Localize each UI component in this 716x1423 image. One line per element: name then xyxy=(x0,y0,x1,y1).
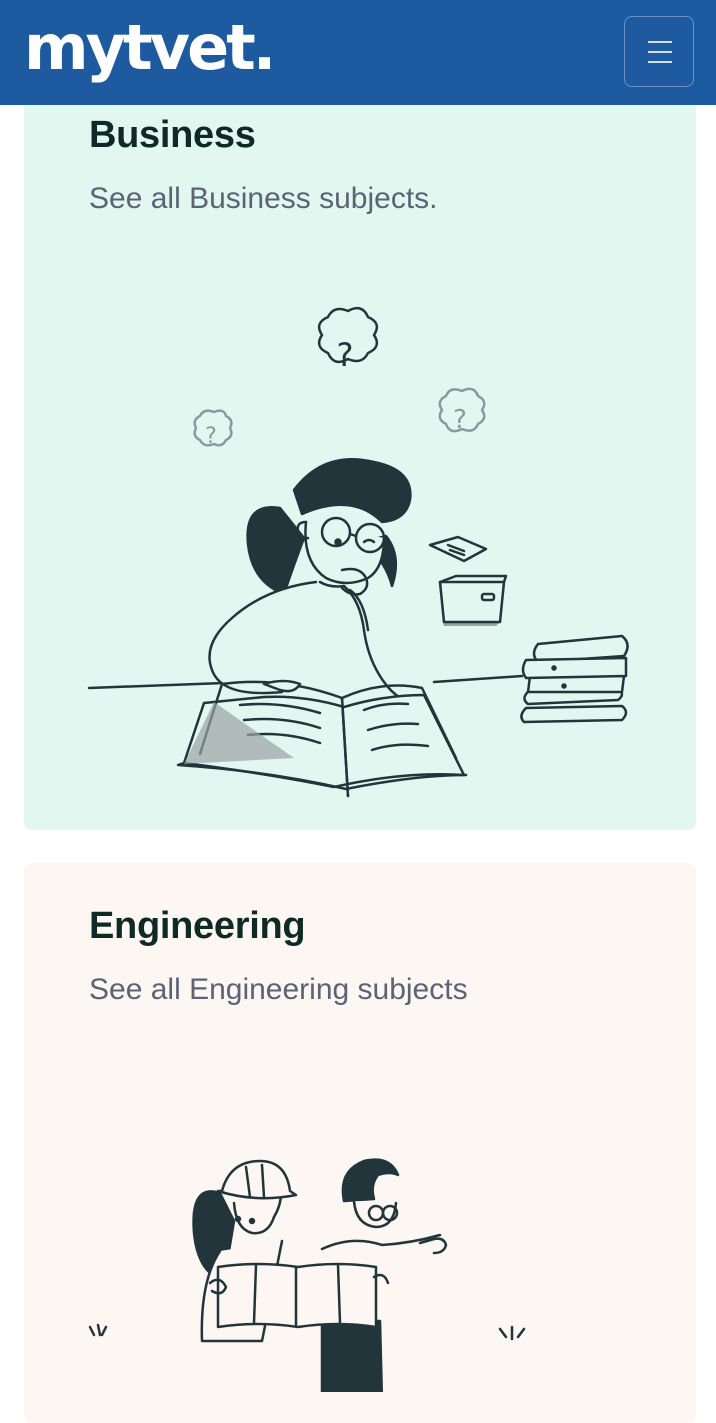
menu-toggle-button[interactable] xyxy=(624,16,694,87)
svg-text:?: ? xyxy=(453,405,467,435)
books-stack-icon xyxy=(520,634,629,724)
question-bubble-icon: ? xyxy=(193,409,233,449)
brand-logo[interactable]: mytvet. xyxy=(24,8,276,88)
question-bubble-icon: ? xyxy=(438,387,486,435)
business-card[interactable]: Business See all Business subjects. ? ? … xyxy=(24,90,696,830)
question-bubble-icon: ? xyxy=(317,306,379,374)
engineers-reading-blueprint-illustration xyxy=(88,1158,526,1392)
engineering-card[interactable]: Engineering See all Engineering subjects xyxy=(24,863,696,1423)
svg-text:?: ? xyxy=(205,424,217,449)
navbar: mytvet. xyxy=(0,0,716,105)
svg-text:?: ? xyxy=(337,336,354,374)
box-icon xyxy=(438,574,508,626)
note-icon xyxy=(428,535,488,563)
student-reading-book-illustration: ? ? ? xyxy=(87,306,629,798)
